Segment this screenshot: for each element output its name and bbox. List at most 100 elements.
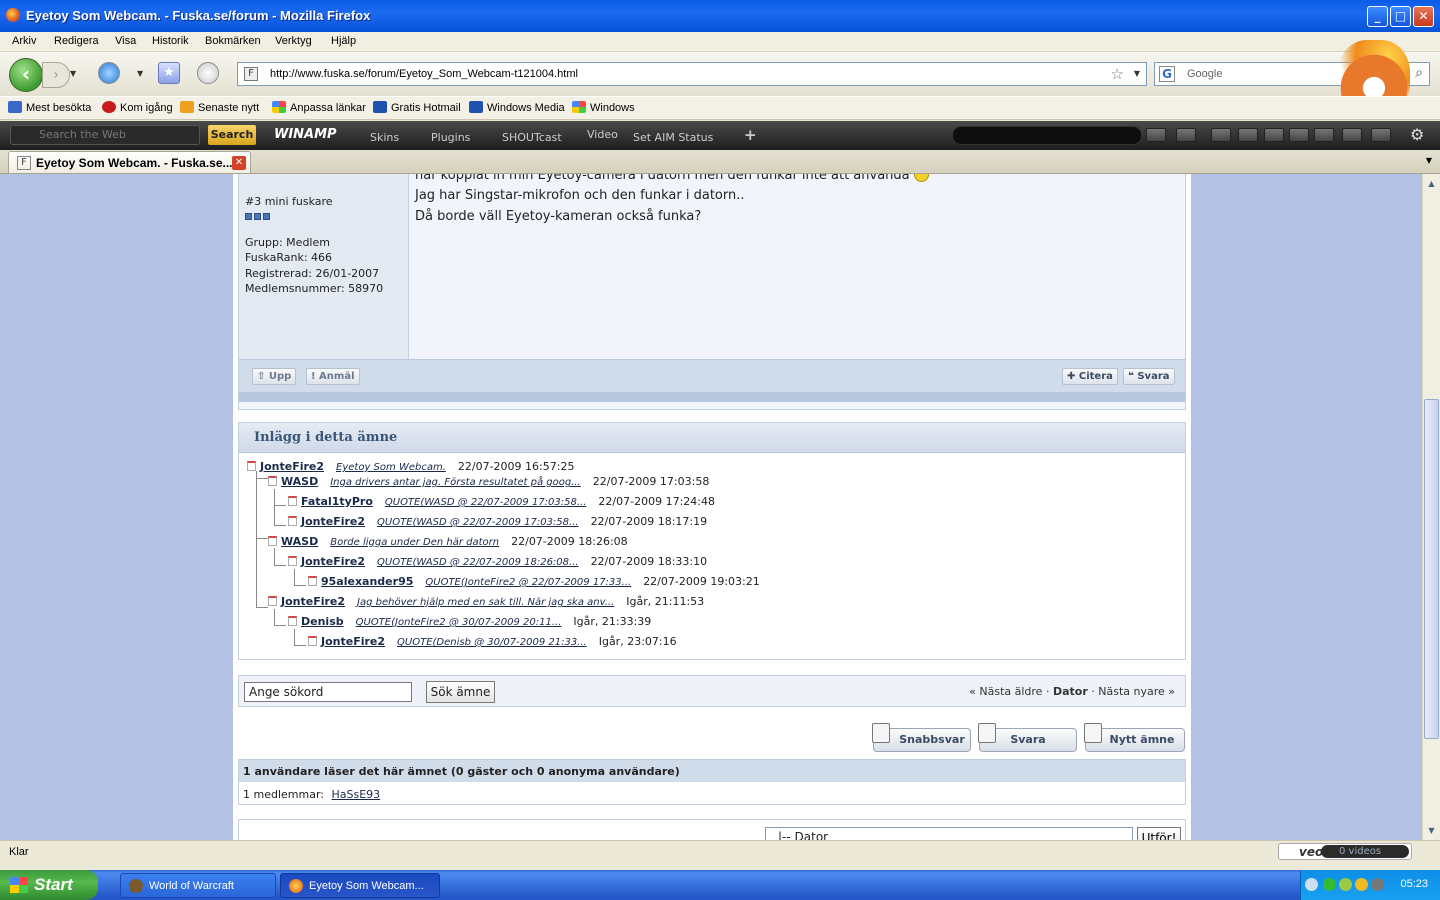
clock: 05:23 (1400, 878, 1428, 890)
report-button[interactable]: ! Anmäl (306, 368, 360, 385)
winamp-play-icon[interactable] (1264, 128, 1284, 142)
star-icon[interactable]: ☆ (1111, 65, 1124, 83)
winamp-pause-icon[interactable] (1289, 128, 1309, 142)
winamp-up-icon[interactable] (1342, 128, 1362, 142)
tray-security-icon[interactable] (1371, 878, 1384, 891)
start-button[interactable]: Start (0, 870, 98, 900)
vertical-scrollbar[interactable]: ▲ ▼ (1422, 174, 1440, 840)
bookmark-kom-igang[interactable]: Kom igång (102, 101, 173, 114)
scroll-up-arrow-icon[interactable]: ▲ (1424, 176, 1439, 191)
bookmark-mest-besokta[interactable]: Mest besökta (8, 101, 91, 114)
thread-row[interactable]: JonteFire2 Eyetoy Som Webcam. 22/07-2009 1… (247, 460, 574, 473)
winamp-menu-video[interactable]: Video (587, 128, 618, 141)
scroll-down-arrow-icon[interactable]: ▼ (1424, 823, 1439, 838)
author-rank: #3 mini fuskare (245, 195, 333, 208)
bookmark-anpassa-lankar[interactable]: Anpassa länkar (272, 101, 366, 114)
forum-link[interactable]: Dator (1053, 685, 1088, 698)
history-dropdown-icon[interactable]: ▼ (70, 69, 76, 78)
task-world-of-warcraft[interactable]: World of Warcraft (120, 873, 276, 898)
menu-historik[interactable]: Historik (152, 35, 189, 47)
forum-jump-button[interactable]: Utför! (1137, 827, 1181, 840)
author-group: Grupp: Medlem (245, 236, 330, 249)
quick-reply-button[interactable]: Snabbsvar (872, 723, 971, 752)
windows-icon (572, 101, 586, 113)
thread-tree-title: Inlägg i detta ämne (254, 430, 398, 445)
stop-dropdown-icon[interactable]: ▼ (137, 69, 143, 78)
forum-page: #3 mini fuskare Grupp: Medlem FuskaRank:… (233, 174, 1191, 840)
winamp-add-button[interactable]: + (744, 126, 757, 144)
bookmark-windows[interactable]: Windows (572, 101, 635, 114)
quote-button[interactable]: ✚ Citera (1062, 368, 1118, 385)
thread-row[interactable]: WASD Borde ligga under Den här datorn 22/0… (268, 535, 628, 548)
scroll-thumb[interactable] (1424, 399, 1439, 739)
bookmark-gratis-hotmail[interactable]: Gratis Hotmail (373, 101, 461, 114)
menu-visa[interactable]: Visa (115, 35, 136, 47)
winamp-search-button[interactable]: Search (208, 125, 256, 145)
thread-row[interactable]: Fatal1tyPro QUOTE(WASD @ 22/07-2009 17:03… (288, 495, 715, 508)
google-icon[interactable]: G (1159, 66, 1175, 82)
forum-jump: |-- Dator Utför! (238, 819, 1186, 840)
url-bar[interactable]: F http://www.fuska.se/forum/Eyetoy_Som_W… (237, 62, 1147, 86)
maximize-button[interactable]: □ (1390, 6, 1411, 27)
url-dropdown-icon[interactable]: ▼ (1134, 69, 1140, 78)
menu-bokmarken[interactable]: Bokmärken (205, 35, 261, 47)
tab-eyetoy[interactable]: F Eyetoy Som Webcam. - Fuska.se... ✕ (8, 151, 251, 173)
minimize-button[interactable]: _ (1367, 6, 1388, 27)
tray-collapse-icon[interactable] (1305, 878, 1318, 891)
winamp-search-input[interactable]: Search the Web (10, 125, 200, 145)
bookmark-icon (8, 101, 22, 113)
winamp-menu-skins[interactable]: Skins (370, 131, 399, 144)
menu-verktyg[interactable]: Verktyg (275, 35, 312, 47)
thread-row[interactable]: JonteFire2 QUOTE(WASD @ 22/07-2009 18:26:… (288, 555, 707, 568)
winamp-menu-shoutcast[interactable]: SHOUTcast (502, 131, 562, 144)
menu-arkiv[interactable]: Arkiv (12, 35, 36, 47)
task-firefox[interactable]: Eyetoy Som Webcam... (280, 873, 440, 898)
thread-row[interactable]: JonteFire2 Jag behöver hjälp med en sak t… (268, 595, 704, 608)
forum-post: #3 mini fuskare Grupp: Medlem FuskaRank:… (238, 174, 1186, 410)
winamp-prev-icon[interactable] (1238, 128, 1258, 142)
winamp-menu-plugins[interactable]: Plugins (431, 131, 470, 144)
post-line-1: har kopplat in min Eyetoy-camera i dator… (415, 174, 929, 183)
member-link[interactable]: HaSsE93 (332, 788, 381, 801)
forum-jump-select[interactable]: |-- Dator (765, 827, 1133, 840)
winamp-eject-icon[interactable] (1211, 128, 1231, 142)
topic-search-button[interactable]: Sök ämne (426, 681, 495, 703)
thread-row[interactable]: 95alexander95 QUOTE(JonteFire2 @ 22/07-20… (308, 575, 760, 588)
veoh-widget[interactable]: veoh 0 videos (1278, 843, 1412, 860)
search-icon[interactable]: ⌕ (1415, 65, 1423, 81)
bookmark-star-icon[interactable]: ★ (158, 62, 180, 84)
thread-row[interactable]: JonteFire2 QUOTE(WASD @ 22/07-2009 17:03:… (288, 515, 707, 528)
thread-row[interactable]: WASD Inga drivers antar jag. Första resul… (268, 475, 709, 488)
tab-list-dropdown-icon[interactable]: ▼ (1426, 156, 1432, 165)
back-button[interactable]: ‹ (9, 58, 43, 92)
thread-row[interactable]: JonteFire2 QUOTE(Denisb @ 30/07-2009 21:3… (308, 635, 677, 648)
reply-small-button[interactable]: ❝ Svara (1123, 368, 1175, 385)
menu-hjalp[interactable]: Hjälp (331, 35, 356, 47)
winamp-info-icon[interactable] (1146, 128, 1166, 142)
new-topic-button[interactable]: Nytt ämne (1084, 723, 1185, 752)
tray-network-icon[interactable] (1323, 878, 1336, 891)
menu-redigera[interactable]: Redigera (54, 35, 99, 47)
topic-search-input[interactable]: Ange sökord (244, 682, 412, 702)
up-button[interactable]: ⇧ Upp (252, 368, 297, 385)
forward-button[interactable]: › (42, 62, 70, 88)
winamp-next-icon[interactable] (1314, 128, 1334, 142)
reply-button[interactable]: Svara (978, 723, 1077, 752)
bookmark-senaste-nytt[interactable]: Senaste nytt (180, 101, 259, 114)
close-button[interactable]: ✕ (1413, 6, 1434, 27)
bookmark-windows-media[interactable]: Windows Media (469, 101, 565, 114)
post-action-bar: ⇧ Upp ! Anmäl ✚ Citera ❝ Svara (239, 359, 1185, 392)
winamp-volume-icon[interactable] (1371, 128, 1391, 142)
clock-icon[interactable] (197, 62, 219, 84)
next-older-link[interactable]: « Nästa äldre (969, 685, 1042, 698)
tray-volume-icon[interactable] (1355, 878, 1368, 891)
thread-row[interactable]: Denisb QUOTE(JonteFire2 @ 30/07-2009 20:1… (288, 615, 651, 628)
rss-icon (180, 101, 194, 113)
winamp-menu-aim-status[interactable]: Set AIM Status (633, 131, 713, 144)
tab-close-icon[interactable]: ✕ (232, 156, 246, 170)
winamp-gear-icon[interactable]: ⚙ (1410, 125, 1424, 144)
tray-msn-icon[interactable] (1339, 878, 1352, 891)
reload-icon[interactable] (98, 62, 120, 84)
winamp-search-icon[interactable] (1176, 128, 1196, 142)
next-newer-link[interactable]: Nästa nyare » (1098, 685, 1175, 698)
